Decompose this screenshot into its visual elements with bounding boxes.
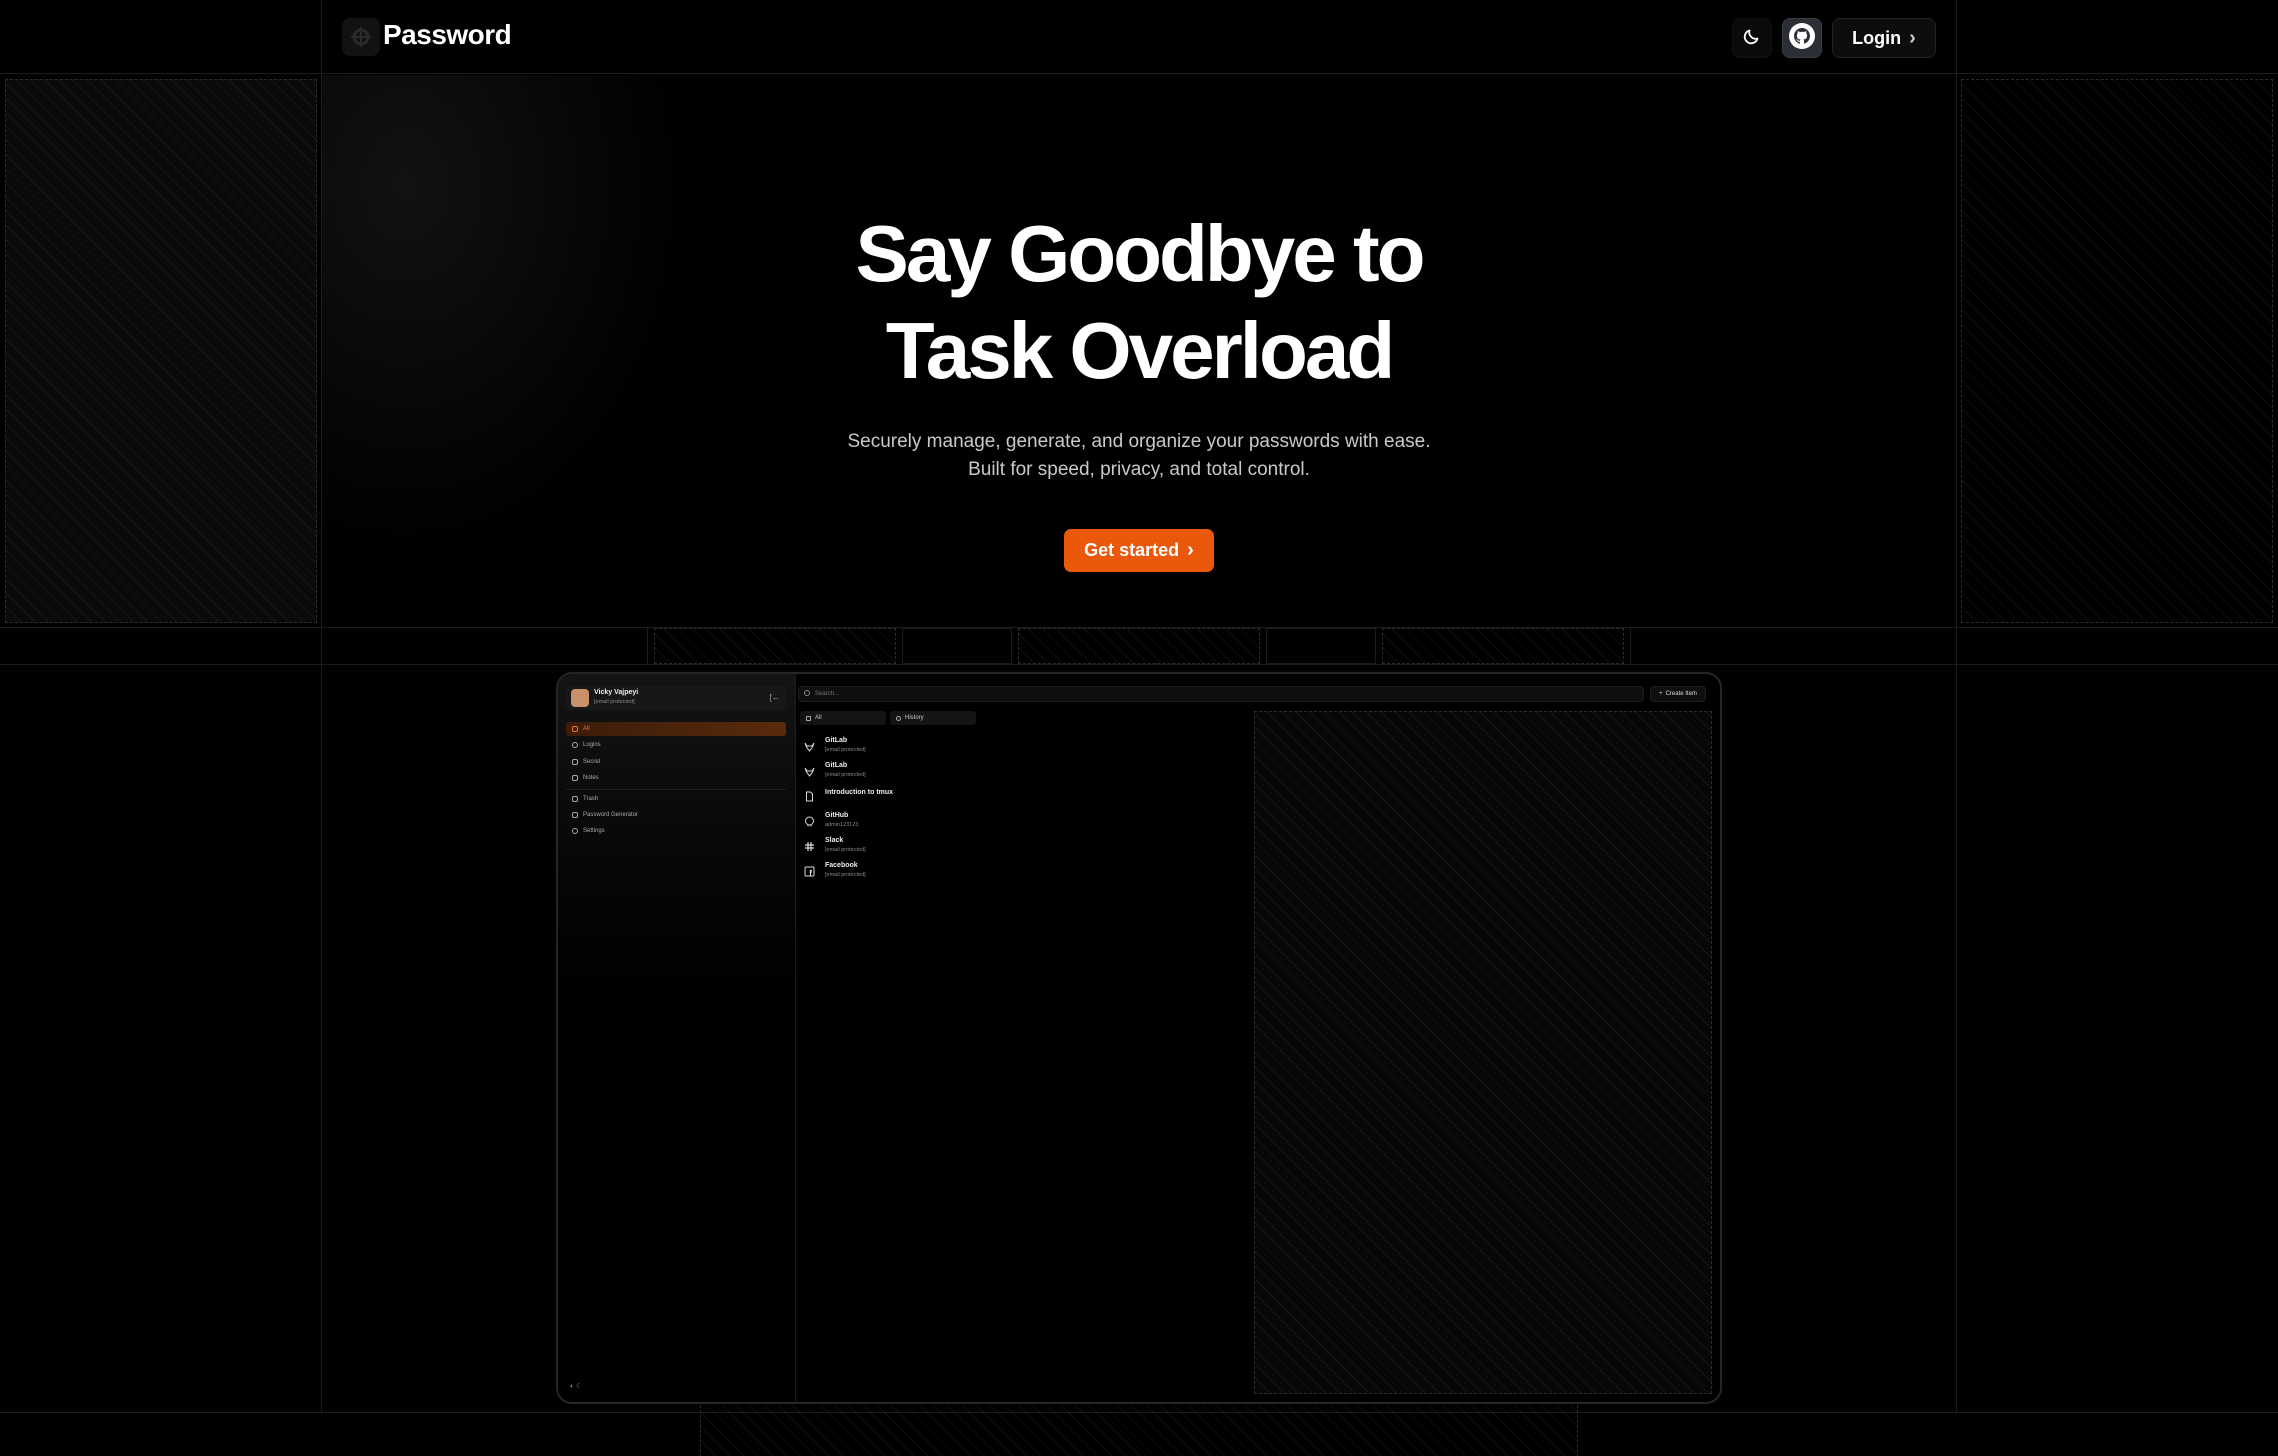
trash-icon <box>572 796 578 802</box>
preview-user-name: Vicky Vajpeyi <box>594 689 639 696</box>
strip-hatch-cell <box>654 628 896 664</box>
sidebar-collapse-icon[interactable]: [← <box>770 693 780 702</box>
hero-title-line1: Say Goodbye to <box>855 209 1426 298</box>
sidebar-divider <box>566 789 786 790</box>
facebook-icon <box>804 866 815 877</box>
list-item[interactable]: Slack [email protected] <box>802 836 1002 858</box>
preview-nav-trash[interactable]: Trash <box>566 792 786 806</box>
preview-search-input[interactable]: Search... <box>798 686 1644 702</box>
list-item-subtitle: [email protected] <box>825 747 866 753</box>
github-button[interactable] <box>1782 18 1822 58</box>
preview-detail-panel <box>1254 711 1712 1394</box>
preview-nav-password-generator[interactable]: Password Generator <box>566 808 786 822</box>
key-icon <box>572 759 578 765</box>
theme-toggle-button[interactable] <box>1732 18 1772 58</box>
strip-cell <box>902 628 1012 664</box>
gear-icon <box>572 828 578 834</box>
chevron-right-icon: › <box>1187 539 1194 561</box>
list-item-subtitle: [email protected] <box>825 847 866 853</box>
get-started-label: Get started <box>1084 540 1180 560</box>
hero-title-line2: Task Overload <box>885 306 1395 395</box>
list-item[interactable]: Introduction to tmux <box>802 786 1002 808</box>
preview-nav-logins[interactable]: Logins <box>566 738 786 752</box>
hero-title: Say Goodbye to Task Overload <box>0 205 2278 399</box>
list-item-title: Slack <box>825 837 844 844</box>
list-item[interactable]: GitLab [email protected] <box>802 761 1002 783</box>
preview-nav-label: Notes <box>583 775 599 781</box>
preview-bottom-controls[interactable]: ◐ ☾ <box>570 1382 582 1390</box>
github-icon <box>1788 22 1816 55</box>
list-item[interactable]: Facebook [email protected] <box>802 861 1002 883</box>
preview-search-placeholder: Search... <box>815 691 840 697</box>
gitlab-icon <box>804 741 815 752</box>
list-item-subtitle: [email protected] <box>825 772 866 778</box>
preview-user-email: [email protected] <box>594 699 635 705</box>
strip-hatch-cell <box>1382 628 1624 664</box>
list-item[interactable]: GitHub admin123123 <box>802 811 1002 833</box>
list-item-title: GitLab <box>825 737 848 744</box>
login-label: Login <box>1852 27 1902 48</box>
plus-icon: + <box>1659 691 1663 697</box>
preview-tab-label: History <box>905 715 924 721</box>
hero-subtitle: Securely manage, generate, and organize … <box>0 428 2278 484</box>
preview-nav-settings[interactable]: Settings <box>566 824 786 838</box>
create-item-label: Create Item <box>1665 691 1697 697</box>
clock-icon <box>896 715 901 721</box>
site-header: Password Login › <box>0 0 2278 74</box>
app-preview: Vicky Vajpeyi [email protected] [← All L… <box>556 672 1722 1404</box>
strip-cell <box>1630 628 2278 664</box>
list-icon <box>806 715 811 721</box>
list-item-title: GitHub <box>825 812 849 819</box>
document-icon <box>804 791 815 802</box>
preview-nav-label: Logins <box>583 742 601 748</box>
preview-tab-history[interactable]: History <box>890 711 976 725</box>
list-item-title: Introduction to tmux <box>825 789 894 796</box>
preview-tab-all[interactable]: All <box>800 711 886 725</box>
list-item[interactable]: GitLab [email protected] <box>802 736 1002 758</box>
preview-nav-label: Settings <box>583 828 605 834</box>
preview-tab-label: All <box>815 715 822 721</box>
grid-icon <box>572 726 578 732</box>
preview-nav-label: Password Generator <box>583 812 639 818</box>
list-item-subtitle: [email protected] <box>825 872 866 878</box>
login-button[interactable]: Login › <box>1832 18 1936 58</box>
search-icon <box>804 690 810 696</box>
wand-icon <box>572 812 578 818</box>
note-icon <box>572 775 578 781</box>
preview-nav-notes[interactable]: Notes <box>566 771 786 785</box>
preview-sidebar: Vicky Vajpeyi [email protected] [← All L… <box>558 674 796 1402</box>
gitlab-icon <box>804 766 815 777</box>
list-item-title: Facebook <box>825 862 858 869</box>
hero-subtitle-line1: Securely manage, generate, and organize … <box>847 431 1431 452</box>
hero-subtitle-line2: Built for speed, privacy, and total cont… <box>968 459 1310 480</box>
strip-cell <box>1266 628 1376 664</box>
moon-icon <box>1742 26 1762 51</box>
user-icon <box>572 742 578 748</box>
preview-nav-label: Trash <box>583 796 599 802</box>
chevron-right-icon: › <box>1909 26 1916 49</box>
strip-cell <box>0 628 648 664</box>
get-started-button[interactable]: Get started › <box>1064 529 1214 572</box>
logo-icon[interactable] <box>342 18 380 56</box>
preview-nav-label: Secret <box>583 759 601 765</box>
brand-name[interactable]: Password <box>383 19 512 51</box>
preview-nav-all[interactable]: All <box>566 722 786 736</box>
list-item-title: GitLab <box>825 762 848 769</box>
preview-nav-label: All <box>583 726 590 732</box>
slack-icon <box>804 841 815 852</box>
preview-nav-secret[interactable]: Secret <box>566 755 786 769</box>
list-item-subtitle: admin123123 <box>825 822 859 828</box>
avatar <box>571 689 589 707</box>
strip-hatch-cell <box>1018 628 1260 664</box>
preview-user-card[interactable]: Vicky Vajpeyi [email protected] [← <box>566 686 786 710</box>
create-item-button[interactable]: + Create Item <box>1650 686 1706 702</box>
bottom-hatch-panel <box>700 1405 1578 1456</box>
github-icon <box>804 816 815 827</box>
landing-page: Password Login › Say Goodbye to Task Ove… <box>0 0 2278 1456</box>
bottom-strip <box>0 1405 2278 1456</box>
grid-line-strip-bottom <box>0 664 2278 665</box>
